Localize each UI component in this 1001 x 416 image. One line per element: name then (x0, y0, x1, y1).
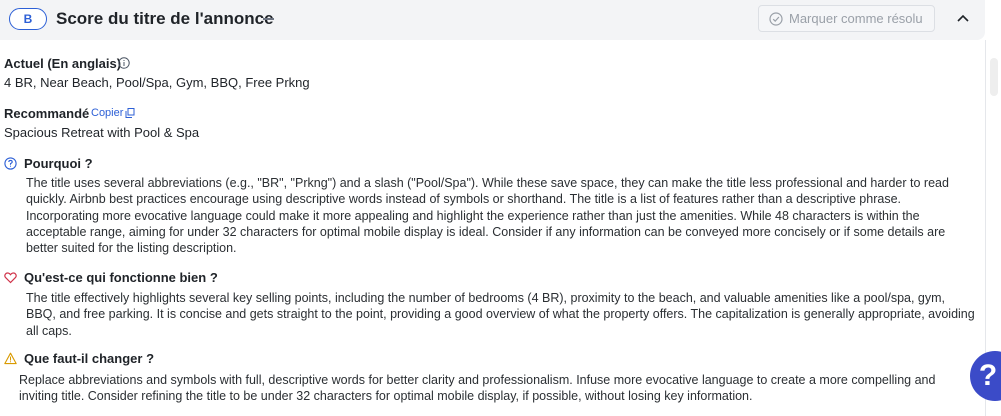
why-text: The title uses several abbreviations (e.… (26, 175, 949, 256)
help-circle-icon (4, 157, 17, 170)
section-header: B Score du titre de l'annonce Marquer co… (0, 0, 985, 40)
works-line: The title effectively highlights several… (26, 291, 946, 305)
check-circle-icon (769, 11, 783, 26)
why-line: better suited for the listing descriptio… (26, 241, 237, 256)
why-line: Incorporating more evocative language co… (26, 208, 920, 223)
minus-icon (263, 18, 274, 20)
works-title: Qu'est-ce qui fonctionne bien ? (24, 270, 218, 285)
copy-icon (125, 108, 135, 118)
info-icon[interactable] (118, 57, 130, 69)
copy-label: Copier (91, 107, 124, 119)
change-text: Replace abbreviations and symbols with f… (19, 372, 935, 405)
help-symbol: ? (978, 359, 998, 392)
why-line: The title uses several abbreviations (e.… (26, 176, 949, 190)
works-line: all caps. (26, 323, 72, 338)
why-line: acceptable range, aiming for under 32 ch… (26, 224, 946, 239)
why-title: Pourquoi ? (24, 156, 93, 171)
change-line: Replace abbreviations and symbols with f… (19, 373, 936, 387)
current-title-label: Actuel (En anglais) (4, 56, 122, 71)
section-title: Score du titre de l'annonce (56, 9, 274, 28)
current-title-value: 4 BR, Near Beach, Pool/Spa, Gym, BBQ, Fr… (4, 75, 310, 90)
mark-resolved-button[interactable]: Marquer comme résolu (758, 5, 935, 32)
change-line: inviting title. Consider refining the ti… (19, 389, 753, 404)
chevron-up-icon[interactable] (955, 10, 971, 26)
scrollbar-thumb[interactable] (990, 58, 998, 96)
mark-resolved-label: Marquer comme résolu (789, 11, 923, 26)
heart-icon (4, 272, 17, 284)
change-title: Que faut-il changer ? (24, 351, 155, 366)
recommended-title-label: Recommandé (4, 106, 90, 121)
help-button[interactable]: ? (970, 351, 1001, 401)
copy-button[interactable]: Copier (91, 107, 135, 119)
recommended-title-value: Spacious Retreat with Pool & Spa (4, 125, 200, 140)
works-line: BBQ, and free parking. It is concise and… (26, 307, 975, 322)
warning-icon (4, 352, 17, 365)
why-line: quickly. Airbnb best practices encourage… (26, 192, 901, 207)
works-text: The title effectively highlights several… (26, 290, 975, 339)
grade-badge: B (9, 8, 47, 30)
